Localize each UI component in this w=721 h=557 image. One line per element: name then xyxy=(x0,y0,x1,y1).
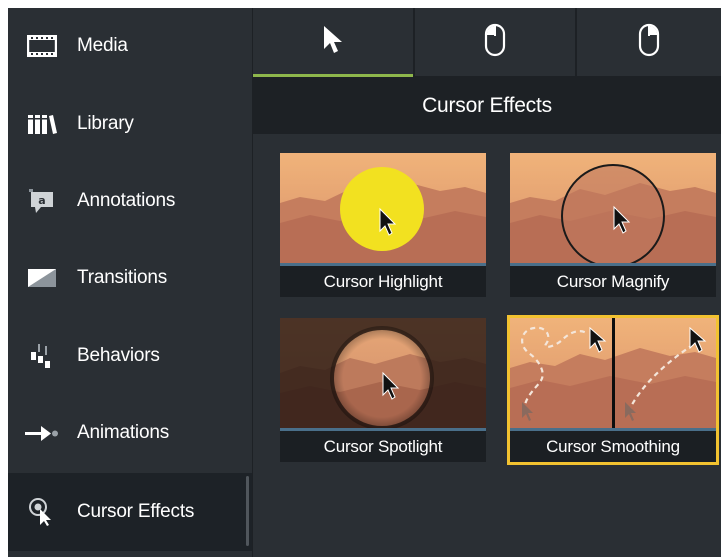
effect-card-cursor-magnify[interactable]: Cursor Magnify xyxy=(510,153,716,297)
sidebar-item-label: Transitions xyxy=(77,267,168,288)
annotation-icon: a xyxy=(24,186,60,216)
sidebar-item-media[interactable]: Media xyxy=(8,8,252,84)
film-icon xyxy=(24,31,60,61)
sidebar-item-label: Annotations xyxy=(77,190,176,211)
sidebar-item-label: Animations xyxy=(77,422,169,443)
tab-right-click[interactable] xyxy=(577,8,721,76)
sidebar-item-transitions[interactable]: Transitions xyxy=(8,240,252,316)
svg-text:a: a xyxy=(38,194,45,207)
effect-card-label: Cursor Highlight xyxy=(280,266,486,297)
effect-thumbnail xyxy=(510,153,716,263)
sidebar-scrollbar[interactable] xyxy=(246,476,249,546)
cursor-tabs xyxy=(253,8,721,76)
tab-cursor[interactable] xyxy=(253,8,413,76)
sidebar-item-label: Media xyxy=(77,35,128,56)
effect-card-cursor-spotlight[interactable]: Cursor Spotlight xyxy=(280,318,486,462)
sidebar-item-annotations[interactable]: a Annotations xyxy=(8,163,252,239)
cursor-effects-icon xyxy=(24,497,60,527)
mouse-right-click-icon xyxy=(638,23,660,62)
behaviors-icon xyxy=(24,341,60,371)
sidebar-item-animations[interactable]: Animations xyxy=(8,395,252,471)
effect-card-cursor-smoothing[interactable]: Cursor Smoothing xyxy=(507,315,719,465)
tab-left-click[interactable] xyxy=(415,8,575,76)
cursor-arrow-icon xyxy=(322,25,344,60)
sidebar-item-cursor-effects[interactable]: Cursor Effects xyxy=(8,473,252,551)
sidebar-item-label: Behaviors xyxy=(77,345,160,366)
panel-title: Cursor Effects xyxy=(253,77,721,134)
transition-icon xyxy=(24,263,60,293)
sidebar-item-library[interactable]: Library xyxy=(8,86,252,162)
effect-card-label: Cursor Magnify xyxy=(510,266,716,297)
books-icon xyxy=(24,109,60,139)
effect-card-label: Cursor Spotlight xyxy=(280,431,486,462)
mouse-left-click-icon xyxy=(484,23,506,62)
animation-arrow-icon xyxy=(24,418,60,448)
app-window: Media Library a Annotations Transitions … xyxy=(8,8,721,557)
effect-card-label: Cursor Smoothing xyxy=(510,431,716,462)
sidebar-item-label: Library xyxy=(77,113,134,134)
effect-thumbnail xyxy=(280,153,486,263)
sidebar: Media Library a Annotations Transitions … xyxy=(8,8,252,557)
effect-thumbnail xyxy=(280,318,486,428)
effect-card-cursor-highlight[interactable]: Cursor Highlight xyxy=(280,153,486,297)
effect-thumbnail xyxy=(510,318,716,428)
effects-grid: Cursor Highlight Cursor Magnify Cursor S… xyxy=(253,134,721,557)
sidebar-item-label: Cursor Effects xyxy=(77,501,195,522)
sidebar-item-behaviors[interactable]: Behaviors xyxy=(8,318,252,394)
